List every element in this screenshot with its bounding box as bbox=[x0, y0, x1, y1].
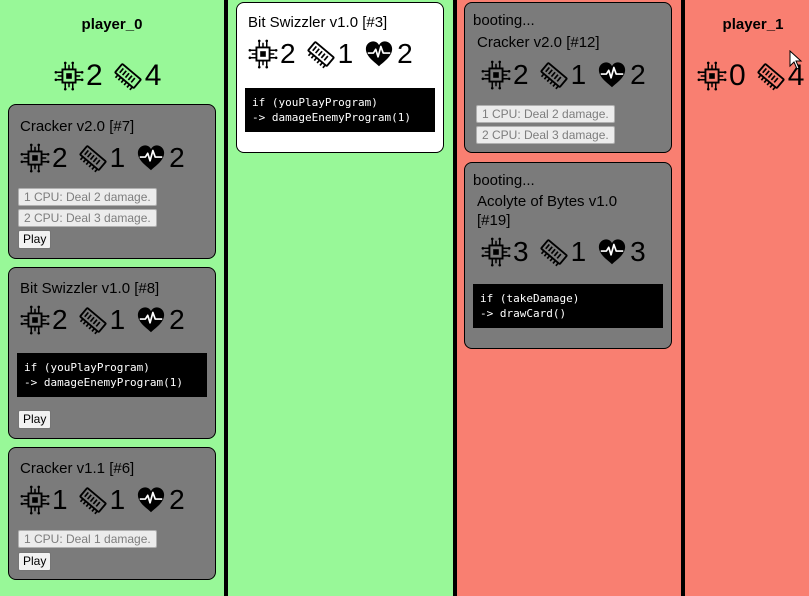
card-memory-value: 1 bbox=[337, 38, 354, 69]
card-health-value: 3 bbox=[630, 236, 646, 267]
heart-icon bbox=[135, 485, 167, 515]
hand-card[interactable]: Cracker v2.0 [#7] 2 1 2 1 CPU: Deal 2 da… bbox=[8, 104, 216, 259]
player1-name: player_1 bbox=[722, 16, 784, 33]
card-title: Cracker v2.0 [#7] bbox=[20, 118, 135, 135]
card-effect-code: if (youPlayProgram) -> damageEnemyProgra… bbox=[245, 88, 435, 132]
ability-button[interactable]: 2 CPU: Deal 3 damage. bbox=[476, 126, 615, 144]
board-card[interactable]: booting... Cracker v2.0 [#12] 2 1 2 1 CP… bbox=[464, 2, 672, 153]
player0-name: player_0 bbox=[81, 16, 143, 33]
cpu-icon bbox=[20, 143, 50, 173]
card-title: Cracker v2.0 [#12] bbox=[477, 34, 600, 51]
player0-hand-panel: player_0 2 4 Cracker v2.0 [#7] 2 1 2 1 C… bbox=[0, 0, 224, 596]
memory-icon bbox=[306, 39, 336, 69]
card-health-value: 2 bbox=[169, 142, 185, 173]
mouse-cursor-icon bbox=[789, 50, 803, 70]
card-memory-value: 1 bbox=[570, 236, 587, 267]
cpu-icon bbox=[481, 60, 511, 90]
cpu-icon bbox=[481, 237, 511, 267]
memory-icon bbox=[756, 61, 786, 91]
card-status: booting... bbox=[473, 172, 535, 189]
card-cpu-value: 2 bbox=[280, 38, 296, 69]
memory-icon bbox=[78, 305, 108, 335]
card-title: Cracker v1.1 [#6] bbox=[20, 460, 135, 477]
hand-card[interactable]: Bit Swizzler v1.0 [#8] 2 1 2 if (youPlay… bbox=[8, 267, 216, 439]
memory-icon bbox=[78, 143, 108, 173]
card-cpu-value: 2 bbox=[52, 142, 68, 173]
cpu-icon bbox=[54, 61, 84, 91]
heart-icon bbox=[135, 305, 167, 335]
card-stats: 1 1 2 bbox=[20, 485, 195, 515]
player0-cpu-stat: 2 bbox=[54, 61, 103, 91]
heart-icon bbox=[596, 60, 628, 90]
card-health-value: 2 bbox=[169, 304, 185, 335]
hand-card[interactable]: Cracker v1.1 [#6] 1 1 2 1 CPU: Deal 1 da… bbox=[8, 447, 216, 580]
memory-icon bbox=[539, 60, 569, 90]
card-cpu-value: 1 bbox=[52, 484, 68, 515]
player1-panel: player_1 0 4 bbox=[685, 0, 809, 596]
player0-cpu-value: 2 bbox=[86, 59, 103, 92]
ability-button[interactable]: 1 CPU: Deal 1 damage. bbox=[18, 530, 157, 548]
card-stats: 2 1 2 bbox=[20, 305, 195, 335]
board-card[interactable]: Bit Swizzler v1.0 [#3] 2 1 2 if (youPlay… bbox=[236, 2, 444, 153]
card-title: Bit Swizzler v1.0 [#3] bbox=[248, 14, 388, 31]
player1-cpu-value: 0 bbox=[729, 59, 746, 92]
card-cpu-value: 2 bbox=[52, 304, 68, 335]
heart-icon bbox=[596, 237, 628, 267]
memory-icon bbox=[113, 61, 143, 91]
card-health-value: 2 bbox=[630, 59, 646, 90]
card-stats: 2 1 2 bbox=[248, 39, 423, 69]
card-cpu-value: 2 bbox=[513, 59, 529, 90]
card-title: Bit Swizzler v1.0 [#8] bbox=[20, 280, 160, 297]
card-health-value: 2 bbox=[397, 38, 413, 69]
card-effect-code: if (youPlayProgram) -> damageEnemyProgra… bbox=[17, 353, 207, 397]
card-stats: 2 1 2 bbox=[20, 143, 195, 173]
card-effect-code: if (takeDamage) -> drawCard() bbox=[473, 284, 663, 328]
cpu-icon bbox=[20, 485, 50, 515]
heart-icon bbox=[135, 143, 167, 173]
player1-cpu-stat: 0 bbox=[697, 61, 746, 91]
player0-board-panel: Bit Swizzler v1.0 [#3] 2 1 2 if (youPlay… bbox=[228, 0, 453, 596]
card-cpu-value: 3 bbox=[513, 236, 529, 267]
ability-button[interactable]: 1 CPU: Deal 2 damage. bbox=[476, 105, 615, 123]
card-memory-value: 1 bbox=[109, 484, 126, 515]
cpu-icon bbox=[20, 305, 50, 335]
card-memory-value: 1 bbox=[109, 304, 126, 335]
card-memory-value: 1 bbox=[570, 59, 587, 90]
cpu-icon bbox=[697, 61, 727, 91]
player1-board-panel: booting... Cracker v2.0 [#12] 2 1 2 1 CP… bbox=[457, 0, 681, 596]
board-card[interactable]: booting... Acolyte of Bytes v1.0 [#19] 3… bbox=[464, 162, 672, 349]
card-memory-value: 1 bbox=[109, 142, 126, 173]
memory-icon bbox=[539, 237, 569, 267]
card-stats: 3 1 3 bbox=[481, 237, 656, 267]
heart-icon bbox=[363, 39, 395, 69]
card-status: booting... bbox=[473, 12, 535, 29]
cpu-icon bbox=[248, 39, 278, 69]
ability-button[interactable]: 2 CPU: Deal 3 damage. bbox=[18, 209, 157, 227]
ability-button[interactable]: 1 CPU: Deal 2 damage. bbox=[18, 188, 157, 206]
card-health-value: 2 bbox=[169, 484, 185, 515]
player0-memory-value: 4 bbox=[144, 59, 162, 92]
player0-memory-stat: 4 bbox=[113, 59, 162, 92]
memory-icon bbox=[78, 485, 108, 515]
play-button[interactable]: Play bbox=[18, 230, 52, 249]
play-button[interactable]: Play bbox=[18, 410, 52, 429]
card-title: Acolyte of Bytes v1.0 [#19] bbox=[477, 193, 618, 229]
player0-resources: 2 4 bbox=[54, 61, 171, 91]
play-button[interactable]: Play bbox=[18, 552, 52, 571]
card-stats: 2 1 2 bbox=[481, 60, 656, 90]
